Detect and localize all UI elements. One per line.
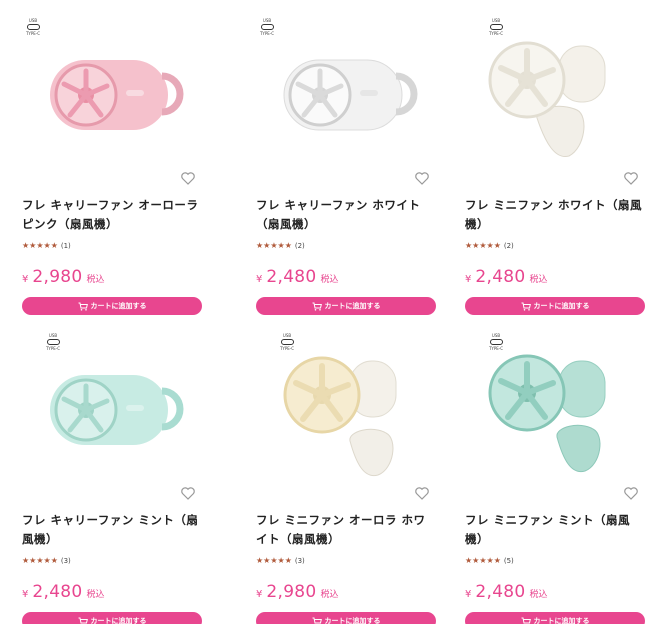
product-image[interactable]: USB TYPE-C: [22, 18, 202, 168]
review-count: (5): [503, 556, 514, 565]
rating-stars: ★★★★★: [22, 556, 58, 565]
product-image[interactable]: USB TYPE-C: [465, 333, 645, 483]
product-price: ¥ 2,480 税込: [465, 267, 548, 287]
add-to-cart-button[interactable]: カートに追加する: [256, 612, 436, 624]
rating-stars: ★★★★★: [465, 556, 501, 565]
add-to-cart-button[interactable]: カートに追加する: [256, 297, 436, 315]
cart-icon: [312, 617, 322, 624]
rating-stars: ★★★★★: [256, 556, 292, 565]
favorite-heart-icon[interactable]: [414, 170, 430, 186]
favorite-heart-icon[interactable]: [180, 485, 196, 501]
product-image[interactable]: USB TYPE-C: [256, 333, 436, 483]
favorite-heart-icon[interactable]: [623, 170, 639, 186]
rating-stars: ★★★★★: [22, 241, 58, 250]
product-rating: ★★★★★ (1): [22, 241, 71, 250]
product-price: ¥ 2,480 税込: [22, 582, 105, 602]
product-rating: ★★★★★ (2): [465, 241, 514, 250]
product-image[interactable]: USB TYPE-C: [256, 18, 436, 168]
add-to-cart-button[interactable]: カートに追加する: [22, 612, 202, 624]
rating-stars: ★★★★★: [256, 241, 292, 250]
product-card: USB TYPE-C フレ キャリーファン オーローラピンク（扇風機） ★★★★…: [22, 18, 202, 315]
product-card: USB TYPE-C フレ ミニファン ホワイト（扇風機） ★★★★★ (2): [465, 18, 645, 315]
product-card: USB TYPE-C フレ ミニファン オーロラ ホワイト（扇風機） ★★★★★…: [256, 333, 436, 624]
product-grid: USB TYPE-C フレ キャリーファン オーローラピンク（扇風機） ★★★★…: [0, 0, 660, 624]
add-to-cart-button[interactable]: カートに追加する: [22, 297, 202, 315]
review-count: (1): [60, 241, 71, 250]
product-rating: ★★★★★ (3): [22, 556, 71, 565]
product-title[interactable]: フレ キャリーファン オーローラピンク（扇風機）: [22, 196, 202, 236]
product-title[interactable]: フレ ミニファン オーロラ ホワイト（扇風機）: [256, 511, 436, 551]
product-price: ¥ 2,480 税込: [256, 267, 339, 287]
add-to-cart-button[interactable]: カートに追加する: [465, 612, 645, 624]
review-count: (2): [294, 241, 305, 250]
usb-type-c-icon: USB TYPE-C: [279, 333, 295, 351]
usb-type-c-icon: USB TYPE-C: [45, 333, 61, 351]
review-count: (2): [503, 241, 514, 250]
favorite-heart-icon[interactable]: [180, 170, 196, 186]
usb-type-c-icon: USB TYPE-C: [259, 18, 275, 36]
product-title[interactable]: フレ ミニファン ミント（扇風機）: [465, 511, 645, 551]
review-count: (3): [294, 556, 305, 565]
product-price: ¥ 2,480 税込: [465, 582, 548, 602]
product-rating: ★★★★★ (5): [465, 556, 514, 565]
usb-type-c-icon: USB TYPE-C: [25, 18, 41, 36]
carry-fan-illustration: [50, 375, 184, 445]
favorite-heart-icon[interactable]: [414, 485, 430, 501]
cart-icon: [312, 302, 322, 311]
product-title[interactable]: フレ ミニファン ホワイト（扇風機）: [465, 196, 645, 236]
product-rating: ★★★★★ (2): [256, 241, 305, 250]
carry-fan-illustration: [283, 59, 418, 131]
product-price: ¥ 2,980 税込: [256, 582, 339, 602]
usb-type-c-icon: USB TYPE-C: [488, 18, 504, 36]
add-to-cart-button[interactable]: カートに追加する: [465, 297, 645, 315]
product-title[interactable]: フレ キャリーファン ホワイト（扇風機）: [256, 196, 436, 236]
cart-icon: [521, 617, 531, 624]
cart-icon: [78, 617, 88, 624]
mini-fan-illustration: [488, 41, 606, 157]
review-count: (3): [60, 556, 71, 565]
product-price: ¥ 2,980 税込: [22, 267, 105, 287]
mini-fan-illustration: [488, 354, 606, 473]
product-image[interactable]: USB TYPE-C: [22, 333, 202, 483]
favorite-heart-icon[interactable]: [623, 485, 639, 501]
cart-icon: [521, 302, 531, 311]
product-rating: ★★★★★ (3): [256, 556, 305, 565]
cart-icon: [78, 302, 88, 311]
product-title[interactable]: フレ キャリーファン ミント（扇風機）: [22, 511, 202, 551]
rating-stars: ★★★★★: [465, 241, 501, 250]
usb-type-c-icon: USB TYPE-C: [488, 333, 504, 351]
carry-fan-illustration: [50, 60, 184, 130]
product-card: USB TYPE-C フレ キャリーファン ミント（扇風機） ★★★★★ (3)…: [22, 333, 202, 624]
product-image[interactable]: USB TYPE-C: [465, 18, 645, 168]
mini-fan-illustration: [283, 356, 397, 477]
product-card: USB TYPE-C フレ ミニファン ミント（扇風機） ★★★★★ (5) ¥…: [465, 333, 645, 624]
product-card: USB TYPE-C フレ キャリーファン ホワイト（扇風機） ★★★★★ (2…: [256, 18, 436, 315]
